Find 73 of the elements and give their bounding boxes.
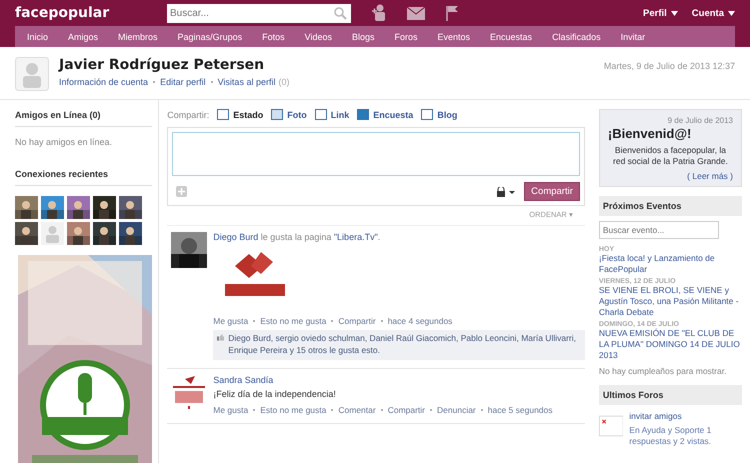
nav-link[interactable]: Inicio — [15, 32, 56, 42]
post-text: Sandra Sandía — [213, 374, 274, 385]
mail-icon[interactable] — [407, 6, 425, 20]
profile-name: Javier Rodríguez Petersen — [59, 57, 266, 73]
nav-link[interactable]: Foros — [382, 32, 426, 42]
post-action-link[interactable]: Compartir — [388, 404, 426, 415]
welcome-title: ¡Bienvenid@! — [608, 126, 692, 141]
post-text: ¡Feliz día de la independencia! — [213, 388, 337, 399]
post-action-link[interactable]: Me gusta — [213, 404, 248, 415]
share-tab[interactable]: Estado — [217, 109, 264, 121]
likes-summary: Diego Burd, sergio oviedo schulman, Daniel Raúl Giacomich, Pablo Leoncini, María Ullivarri, Enrique Pereira y 15 otros le gusta esto. — [228, 333, 577, 357]
section-title: Amigos en Línea (0) — [15, 100, 152, 127]
post-action-link[interactable]: Comentar — [338, 404, 376, 415]
nav-link[interactable]: Paginas/Grupos — [166, 32, 250, 42]
event-search-field[interactable]: Buscar evento... — [598, 220, 719, 239]
share-tab[interactable]: Blog — [421, 109, 458, 121]
avatar-icon — [15, 57, 49, 91]
event-link[interactable]: NUEVA EMISIÓN DE "EL CLUB DE LA PLUMA" DOMINGO 14 DE JULIO 2013 — [598, 328, 742, 362]
share-type-icon[interactable] — [217, 109, 230, 121]
share-type-icon[interactable] — [314, 109, 328, 121]
forum-meta: En Ayuda y Soporte 1 respuestas y 2 vistas. — [629, 425, 712, 448]
status-input[interactable] — [172, 132, 580, 176]
forum-link[interactable]: invitar amigos — [629, 411, 742, 422]
share-type-icon[interactable] — [357, 109, 370, 121]
share-label: Compartir: — [167, 110, 210, 120]
nav-link[interactable]: Fotos — [250, 32, 293, 42]
share-type-icon[interactable] — [421, 109, 434, 121]
post-action-link[interactable]: Esto no me gusta — [260, 404, 326, 415]
nav-link[interactable]: Videos — [292, 32, 340, 42]
nav-link[interactable]: Miembros — [106, 32, 166, 42]
event-link[interactable]: ¡Fiesta loca! y Lanzamiento de FacePopular — [598, 252, 742, 276]
menu-dropdown[interactable]: Perfil — [643, 8, 678, 18]
event-link[interactable]: SE VIENE EL BROLI, SE VIENE y Agustín Tosco, una Pasión Militante - Charla Debate — [598, 285, 742, 318]
profile-link[interactable]: Editar perfil — [160, 77, 206, 87]
nav-link[interactable]: Eventos — [426, 32, 478, 42]
menu-dropdown[interactable]: Cuenta — [692, 8, 735, 18]
post-action-link[interactable]: Esto no me gusta — [260, 316, 326, 326]
share-tab[interactable]: Encuesta — [357, 109, 414, 121]
like-icon — [217, 333, 224, 342]
post-action-link[interactable]: Compartir — [338, 316, 376, 326]
profile-link[interactable]: Visitas al perfil — [218, 77, 276, 87]
section-title: Próximos Eventos — [598, 196, 742, 216]
caret-icon[interactable] — [728, 10, 735, 16]
post-text: Diego Burd le gusta la pagina "Libera.Tv". — [213, 232, 382, 242]
visit-count: (0) — [278, 77, 290, 87]
section-title: Conexiones recientes — [15, 159, 152, 186]
post-time: hace 4 segundos — [388, 316, 452, 326]
caret-icon[interactable] — [670, 10, 678, 16]
nav-link[interactable]: Amigos — [56, 32, 106, 42]
search-field[interactable]: Buscar... — [167, 4, 351, 22]
nav-link[interactable]: Invitar — [608, 32, 654, 42]
post-action-link[interactable]: Denunciar — [437, 404, 476, 415]
share-tab[interactable]: Foto — [271, 109, 307, 121]
nav-link[interactable]: Blogs — [340, 32, 382, 42]
friend-request-icon[interactable] — [371, 4, 387, 22]
date-time: Martes, 9 de Julio de 2013 12:37 — [604, 61, 735, 71]
profile-link[interactable]: Información de cuenta — [59, 77, 148, 87]
share-button[interactable]: Compartir — [524, 182, 580, 201]
welcome-text: Bienvenidos a facepopular, la red social de la Patria Grande. — [612, 145, 729, 168]
nav-link[interactable]: Clasificados — [540, 32, 609, 42]
flag-icon[interactable] — [445, 5, 459, 21]
share-type-icon[interactable] — [271, 109, 284, 121]
welcome-date: 9 de Julio de 2013 — [666, 116, 733, 125]
nav-link[interactable]: Encuestas — [478, 32, 540, 42]
privacy-lock-icon[interactable] — [496, 186, 516, 196]
birthday-message: No hay cumpleaños para mostrar. — [598, 366, 728, 376]
share-tab[interactable]: Link — [314, 109, 350, 121]
read-more-link[interactable]: ( Leer más ) — [687, 170, 733, 181]
post-time: hace 5 segundos — [488, 404, 553, 415]
section-title: Ultimos Foros — [598, 385, 742, 406]
site-logo[interactable]: facepopular — [15, 5, 135, 21]
empty-message: No hay amigos en línea. — [15, 136, 114, 149]
post-action-link[interactable]: Me gusta — [213, 316, 248, 326]
